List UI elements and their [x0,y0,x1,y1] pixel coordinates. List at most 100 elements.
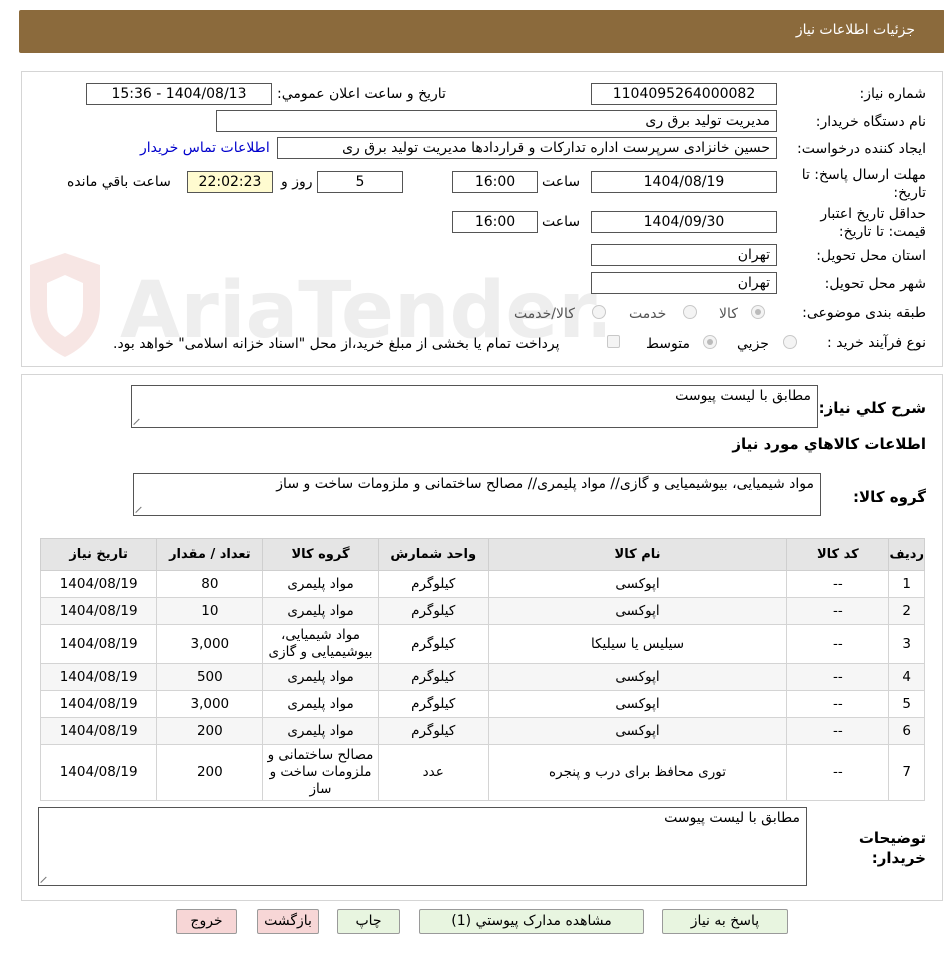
process-radio-minor[interactable] [783,335,797,349]
category-option-goods: کالا [719,306,738,322]
buyer-notes-label: توضیحات خریدار: [858,829,926,867]
cell-unit: کیلوگرم [377,570,489,598]
cell-unit: کیلوگرم [377,597,489,625]
cell-date: 1404/08/19 [39,624,158,664]
resize-handle-icon[interactable] [134,417,142,425]
city-label: شهر محل تحویل: [824,276,926,292]
cell-code: -- [786,597,890,625]
exit-button[interactable]: خروج [176,909,237,934]
reply-button[interactable]: پاسخ به نیاز [662,909,788,934]
cell-unit: کیلوگرم [377,717,489,745]
cell-quantity: 3,000 [156,624,264,664]
cell-name: اپوکسی [487,717,788,745]
table-row: 6 -- اپوکسی کیلوگرم مواد پلیمری 200 1404… [39,717,925,745]
cell-date: 1404/08/19 [39,597,158,625]
back-button[interactable]: بازگشت [257,909,319,934]
print-button[interactable]: چاپ [337,909,400,934]
category-radio-goods-service[interactable] [592,305,606,319]
validity-time-field: 16:00 [452,211,538,233]
cell-date: 1404/08/19 [39,744,158,801]
category-radio-service[interactable] [683,305,697,319]
days-field: 5 [317,171,403,193]
cell-unit: کیلوگرم [377,690,489,718]
col-header-quantity: تعداد / مقدار [156,538,264,571]
province-label: استان محل تحویل: [816,248,926,264]
cell-code: -- [786,624,890,664]
category-radio-goods[interactable] [751,305,765,319]
goods-table: ردیف کد کالا نام کالا واحد شمارش گروه کا… [39,538,925,801]
table-row: 5 -- اپوکسی کیلوگرم مواد پلیمری 3,000 14… [39,690,925,718]
cell-group: مواد پلیمری [262,717,379,745]
cell-group: مواد پلیمری [262,597,379,625]
cell-quantity: 10 [156,597,264,625]
goods-group-textarea[interactable]: مواد شیمیایی، بیوشیمیایی و گازی// مواد پ… [133,473,821,516]
view-attachments-button[interactable]: مشاهده مدارک پیوستي (1) [419,909,644,934]
goods-info-title: اطلاعات کالاهاي مورد نیاز [732,435,926,453]
cell-row-number: 7 [888,744,925,801]
resize-handle-icon[interactable] [41,875,49,883]
city-field: تهران [591,272,777,294]
process-option-minor: جزیي [737,336,769,352]
category-label: طبقه بندی موضوعی: [802,305,926,321]
remaining-time-field: 22:02:23 [187,171,273,193]
buyer-contact-link[interactable]: اطلاعات تماس خریدار [140,140,270,156]
cell-unit: کیلوگرم [377,663,489,691]
cell-name: توری محافظ برای درب و پنجره [487,744,788,801]
cell-name: اپوکسی [487,690,788,718]
deadline-date-field: 1404/08/19 [591,171,777,193]
cell-code: -- [786,690,890,718]
table-row: 7 -- توری محافظ برای درب و پنجره عدد مصا… [39,744,925,801]
cell-code: -- [786,663,890,691]
category-option-goods-service: کالا/خدمت [514,306,575,322]
cell-quantity: 200 [156,717,264,745]
requester-label: ایجاد کننده درخواست: [797,141,926,157]
cell-group: مواد پلیمری [262,570,379,598]
announce-label: تاریخ و ساعت اعلان عمومي: [277,86,446,102]
cell-group: مواد پلیمری [262,690,379,718]
table-header-row: ردیف کد کالا نام کالا واحد شمارش گروه کا… [39,538,925,571]
validity-date-field: 1404/09/30 [591,211,777,233]
cell-quantity: 3,000 [156,690,264,718]
cell-unit: کیلوگرم [377,624,489,664]
page-header: جزئیات اطلاعات نیاز [19,10,944,53]
process-radio-medium[interactable] [703,335,717,349]
need-number-field: 1104095264000082 [591,83,777,105]
treasury-payment-checkbox[interactable] [607,335,620,348]
buyer-notes-text: مطابق با لیست پیوست [664,810,800,826]
days-label: روز و [281,174,313,190]
cell-row-number: 4 [888,663,925,691]
announce-field: 1404/08/13 - 15:36 [86,83,272,105]
deadline-time-label: ساعت [542,174,581,190]
buyer-org-label: نام دستگاه خریدار: [815,114,926,130]
need-number-label: شماره نیاز: [859,86,927,102]
province-field: تهران [591,244,777,266]
remaining-label: ساعت باقي مانده [67,174,171,190]
cell-quantity: 80 [156,570,264,598]
cell-row-number: 3 [888,624,925,664]
cell-quantity: 500 [156,663,264,691]
col-header-unit: واحد شمارش [377,538,489,571]
cell-group: مصالح ساختمانی و ملزومات ساخت و ساز [262,744,379,801]
cell-name: اپوکسی [487,663,788,691]
cell-unit: عدد [377,744,489,801]
cell-date: 1404/08/19 [39,663,158,691]
col-header-group: گروه کالا [262,538,379,571]
cell-code: -- [786,570,890,598]
process-option-medium: متوسط [646,336,690,352]
summary-textarea[interactable]: مطابق با لیست پیوست [131,385,818,428]
buyer-notes-textarea[interactable]: مطابق با لیست پیوست [38,807,807,886]
process-label: نوع فرآیند خرید : [827,335,926,351]
deadline-time-field: 16:00 [452,171,538,193]
cell-date: 1404/08/19 [39,570,158,598]
treasury-payment-note: پرداخت تمام یا بخشی از مبلغ خرید،از محل … [113,336,560,352]
cell-date: 1404/08/19 [39,717,158,745]
resize-handle-icon[interactable] [136,505,144,513]
cell-row-number: 2 [888,597,925,625]
validity-label: حداقل تاریخ اعتبار قیمت: تا تاریخ: [820,206,926,240]
goods-group-text: مواد شیمیایی، بیوشیمیایی و گازی// مواد پ… [276,476,814,492]
cell-group: مواد شیمیایی، بیوشیمیایی و گازی [262,624,379,664]
col-header-row-number: ردیف [888,538,925,571]
table-row: 2 -- اپوکسی کیلوگرم مواد پلیمری 10 1404/… [39,597,925,625]
goods-group-label: گروه کالا: [853,488,926,506]
cell-date: 1404/08/19 [39,690,158,718]
